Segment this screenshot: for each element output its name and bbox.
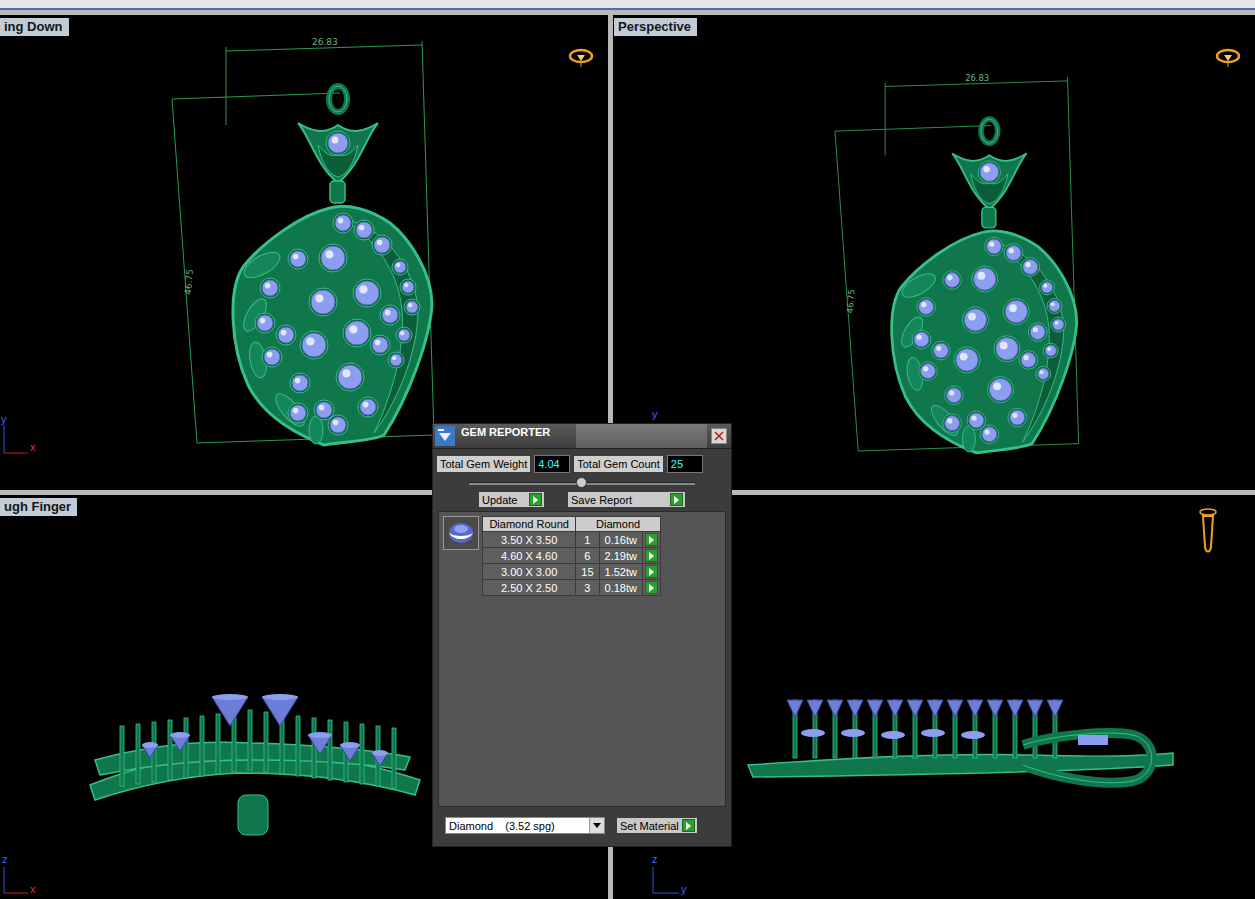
play-arrow-icon[interactable] — [645, 549, 658, 562]
table-cell: 2.50 X 2.50 — [483, 580, 576, 596]
totals-row: Total Gem Weight4.04Total Gem Count25 — [433, 455, 731, 473]
pendant-side-model[interactable] — [748, 700, 1173, 783]
slider-thumb[interactable] — [576, 477, 587, 488]
row-arrow-cell — [642, 580, 660, 596]
table-row[interactable]: 3.50 X 3.5010.16tw — [483, 532, 661, 548]
play-arrow-icon[interactable] — [645, 565, 658, 578]
title-bar-fill — [576, 424, 707, 448]
button-label: Update — [482, 494, 517, 506]
axis-label: x — [30, 441, 36, 453]
viewport-label[interactable]: Perspective — [614, 18, 697, 36]
play-arrow-icon[interactable] — [529, 493, 542, 506]
save-report-button[interactable]: Save Report — [568, 492, 685, 507]
view-finger-icon[interactable] — [1197, 507, 1219, 555]
total-weight-label: Total Gem Weight — [437, 456, 530, 472]
play-arrow-icon[interactable] — [645, 533, 658, 546]
play-arrow-icon[interactable] — [682, 819, 695, 832]
axis-label: y — [1, 413, 7, 425]
table-cell: 4.60 X 4.60 — [483, 548, 576, 564]
viewport[interactable]: 26.83 46.75 y x ing Down — [0, 15, 608, 490]
total-count-label: Total Gem Count — [574, 456, 663, 472]
viewport-canvas[interactable]: 26.83 46.75 — [613, 15, 1255, 490]
table-cell: 0.16tw — [599, 532, 642, 548]
total-weight-field: 4.04 — [534, 455, 570, 473]
axis-label: y — [652, 408, 658, 420]
table-cell: 3.00 X 3.00 — [483, 564, 576, 580]
update-button[interactable]: Update — [479, 492, 544, 507]
row-arrow-cell — [642, 548, 660, 564]
gem-list-panel: Diamond RoundDiamond3.50 X 3.5010.16tw4.… — [438, 511, 726, 807]
button-row: Update Save Report — [433, 492, 731, 507]
total-count-field: 25 — [667, 455, 703, 473]
column-header: Diamond Round — [483, 517, 576, 532]
dropdown-arrow-icon[interactable] — [589, 818, 604, 833]
slider-track[interactable] — [469, 482, 695, 485]
gem-reporter-icon — [435, 426, 455, 446]
table-row[interactable]: 4.60 X 4.6062.19tw — [483, 548, 661, 564]
axis-label: x — [30, 883, 36, 895]
gem-table: Diamond RoundDiamond3.50 X 3.5010.16tw4.… — [482, 516, 661, 596]
dialog-title: GEM REPORTER — [455, 424, 556, 438]
play-arrow-icon[interactable] — [645, 581, 658, 594]
pendant-model[interactable]: 26.83 46.75 — [172, 37, 434, 445]
viewport-label[interactable]: ing Down — [0, 18, 69, 36]
view-ring-icon[interactable] — [568, 47, 594, 69]
viewport-label[interactable]: ugh Finger — [0, 498, 77, 516]
play-arrow-icon[interactable] — [670, 493, 683, 506]
close-button[interactable] — [711, 428, 727, 444]
table-cell: 15 — [576, 564, 599, 580]
viewport-canvas[interactable]: 26.83 46.75 — [0, 15, 608, 490]
table-cell: 1.52tw — [599, 564, 642, 580]
top-bar — [0, 0, 1255, 10]
round-diamond-icon — [443, 516, 479, 550]
table-cell: 3.50 X 3.50 — [483, 532, 576, 548]
gem-reporter-dialog[interactable]: GEM REPORTER Total Gem Weight4.04Total Ge… — [432, 423, 732, 847]
height-dimension: 46.75 — [845, 289, 857, 314]
table-row[interactable]: 2.50 X 2.5030.18tw — [483, 580, 661, 596]
table-cell: 3 — [576, 580, 599, 596]
table-cell: 2.19tw — [599, 548, 642, 564]
material-value: Diamond (3.52 spg) — [446, 820, 589, 832]
width-dimension: 26.83 — [312, 37, 338, 47]
pendant-model[interactable]: 26.83 46.75 — [835, 73, 1079, 453]
table-cell: 1 — [576, 532, 599, 548]
height-dimension: 46.75 — [183, 269, 195, 295]
row-arrow-cell — [642, 564, 660, 580]
material-dropdown[interactable]: Diamond (3.52 spg) — [445, 817, 605, 834]
row-arrow-cell — [642, 532, 660, 548]
table-header: Diamond RoundDiamond — [483, 517, 661, 532]
title-bar[interactable]: GEM REPORTER — [433, 424, 731, 449]
slider-row — [433, 477, 731, 489]
width-dimension: 26.83 — [965, 73, 989, 83]
column-header: Diamond — [576, 517, 661, 532]
axis-label: z — [652, 853, 658, 865]
button-label: Set Material — [620, 820, 679, 832]
axis-label: y — [681, 883, 687, 895]
table-cell: 0.18tw — [599, 580, 642, 596]
close-icon[interactable] — [714, 431, 724, 441]
axis-label: z — [2, 853, 8, 865]
view-ring-icon[interactable] — [1215, 47, 1241, 69]
table-row[interactable]: 3.00 X 3.00151.52tw — [483, 564, 661, 580]
viewport[interactable]: 26.83 46.75 y Perspective — [613, 15, 1255, 490]
set-material-button[interactable]: Set Material — [617, 818, 697, 833]
table-cell: 6 — [576, 548, 599, 564]
pendant-side-model[interactable] — [90, 694, 420, 835]
button-label: Save Report — [571, 494, 632, 506]
material-row: Diamond (3.52 spg) Set Material — [441, 817, 731, 834]
